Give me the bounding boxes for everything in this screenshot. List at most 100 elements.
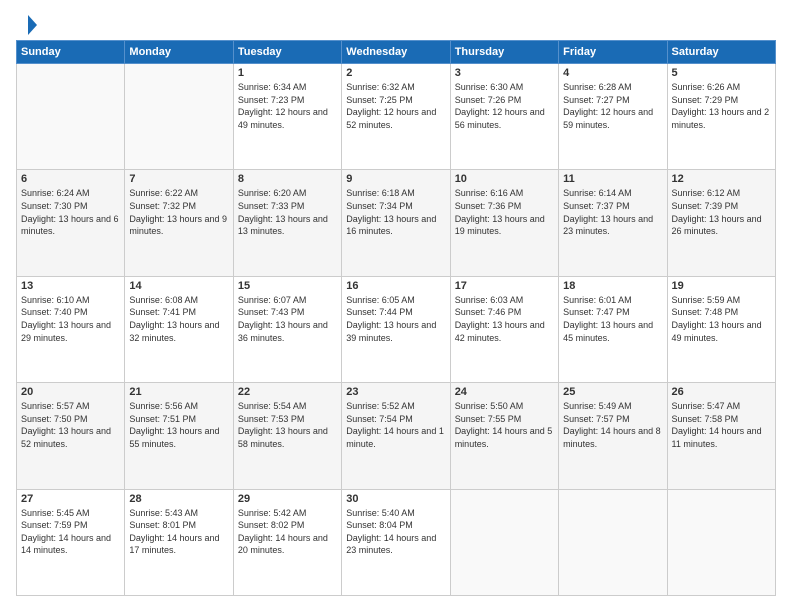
day-info: Sunrise: 5:42 AMSunset: 8:02 PMDaylight:… <box>238 507 337 557</box>
col-friday: Friday <box>559 41 667 64</box>
day-number: 17 <box>455 280 554 292</box>
table-row: 19 Sunrise: 5:59 AMSunset: 7:48 PMDaylig… <box>667 276 775 382</box>
table-row: 20 Sunrise: 5:57 AMSunset: 7:50 PMDaylig… <box>17 383 125 489</box>
day-info: Sunrise: 5:50 AMSunset: 7:55 PMDaylight:… <box>455 400 554 450</box>
col-monday: Monday <box>125 41 233 64</box>
header <box>16 16 776 30</box>
table-row <box>17 64 125 170</box>
day-info: Sunrise: 6:01 AMSunset: 7:47 PMDaylight:… <box>563 294 662 344</box>
table-row: 2 Sunrise: 6:32 AMSunset: 7:25 PMDayligh… <box>342 64 450 170</box>
table-row: 23 Sunrise: 5:52 AMSunset: 7:54 PMDaylig… <box>342 383 450 489</box>
day-info: Sunrise: 5:40 AMSunset: 8:04 PMDaylight:… <box>346 507 445 557</box>
day-info: Sunrise: 6:34 AMSunset: 7:23 PMDaylight:… <box>238 81 337 131</box>
calendar-table: Sunday Monday Tuesday Wednesday Thursday… <box>16 40 776 596</box>
day-info: Sunrise: 6:22 AMSunset: 7:32 PMDaylight:… <box>129 187 228 237</box>
day-info: Sunrise: 6:32 AMSunset: 7:25 PMDaylight:… <box>346 81 445 131</box>
day-info: Sunrise: 6:30 AMSunset: 7:26 PMDaylight:… <box>455 81 554 131</box>
page: Sunday Monday Tuesday Wednesday Thursday… <box>0 0 792 612</box>
logo-line <box>16 16 40 36</box>
day-number: 1 <box>238 67 337 79</box>
col-thursday: Thursday <box>450 41 558 64</box>
table-row: 11 Sunrise: 6:14 AMSunset: 7:37 PMDaylig… <box>559 170 667 276</box>
table-row: 13 Sunrise: 6:10 AMSunset: 7:40 PMDaylig… <box>17 276 125 382</box>
table-row: 5 Sunrise: 6:26 AMSunset: 7:29 PMDayligh… <box>667 64 775 170</box>
table-row: 21 Sunrise: 5:56 AMSunset: 7:51 PMDaylig… <box>125 383 233 489</box>
day-info: Sunrise: 5:52 AMSunset: 7:54 PMDaylight:… <box>346 400 445 450</box>
table-row: 14 Sunrise: 6:08 AMSunset: 7:41 PMDaylig… <box>125 276 233 382</box>
day-number: 27 <box>21 493 120 505</box>
day-number: 10 <box>455 173 554 185</box>
day-info: Sunrise: 6:16 AMSunset: 7:36 PMDaylight:… <box>455 187 554 237</box>
table-row: 7 Sunrise: 6:22 AMSunset: 7:32 PMDayligh… <box>125 170 233 276</box>
day-number: 4 <box>563 67 662 79</box>
day-info: Sunrise: 6:26 AMSunset: 7:29 PMDaylight:… <box>672 81 771 131</box>
day-number: 25 <box>563 386 662 398</box>
day-info: Sunrise: 6:12 AMSunset: 7:39 PMDaylight:… <box>672 187 771 237</box>
day-number: 9 <box>346 173 445 185</box>
table-row: 8 Sunrise: 6:20 AMSunset: 7:33 PMDayligh… <box>233 170 341 276</box>
day-info: Sunrise: 6:10 AMSunset: 7:40 PMDaylight:… <box>21 294 120 344</box>
day-number: 18 <box>563 280 662 292</box>
day-number: 16 <box>346 280 445 292</box>
day-number: 13 <box>21 280 120 292</box>
day-number: 23 <box>346 386 445 398</box>
day-number: 26 <box>672 386 771 398</box>
table-row <box>667 489 775 595</box>
table-row: 12 Sunrise: 6:12 AMSunset: 7:39 PMDaylig… <box>667 170 775 276</box>
day-info: Sunrise: 5:54 AMSunset: 7:53 PMDaylight:… <box>238 400 337 450</box>
day-info: Sunrise: 6:05 AMSunset: 7:44 PMDaylight:… <box>346 294 445 344</box>
day-number: 5 <box>672 67 771 79</box>
calendar-header-row: Sunday Monday Tuesday Wednesday Thursday… <box>17 41 776 64</box>
day-info: Sunrise: 5:47 AMSunset: 7:58 PMDaylight:… <box>672 400 771 450</box>
day-number: 14 <box>129 280 228 292</box>
day-number: 22 <box>238 386 337 398</box>
table-row: 3 Sunrise: 6:30 AMSunset: 7:26 PMDayligh… <box>450 64 558 170</box>
logo-flag-icon <box>17 14 39 36</box>
table-row: 29 Sunrise: 5:42 AMSunset: 8:02 PMDaylig… <box>233 489 341 595</box>
table-row <box>125 64 233 170</box>
day-number: 8 <box>238 173 337 185</box>
col-wednesday: Wednesday <box>342 41 450 64</box>
day-info: Sunrise: 6:08 AMSunset: 7:41 PMDaylight:… <box>129 294 228 344</box>
col-sunday: Sunday <box>17 41 125 64</box>
table-row: 24 Sunrise: 5:50 AMSunset: 7:55 PMDaylig… <box>450 383 558 489</box>
day-info: Sunrise: 6:20 AMSunset: 7:33 PMDaylight:… <box>238 187 337 237</box>
table-row: 30 Sunrise: 5:40 AMSunset: 8:04 PMDaylig… <box>342 489 450 595</box>
day-info: Sunrise: 5:57 AMSunset: 7:50 PMDaylight:… <box>21 400 120 450</box>
day-number: 6 <box>21 173 120 185</box>
day-number: 19 <box>672 280 771 292</box>
table-row: 17 Sunrise: 6:03 AMSunset: 7:46 PMDaylig… <box>450 276 558 382</box>
day-number: 30 <box>346 493 445 505</box>
table-row: 16 Sunrise: 6:05 AMSunset: 7:44 PMDaylig… <box>342 276 450 382</box>
table-row: 25 Sunrise: 5:49 AMSunset: 7:57 PMDaylig… <box>559 383 667 489</box>
day-info: Sunrise: 6:03 AMSunset: 7:46 PMDaylight:… <box>455 294 554 344</box>
table-row: 10 Sunrise: 6:16 AMSunset: 7:36 PMDaylig… <box>450 170 558 276</box>
table-row: 15 Sunrise: 6:07 AMSunset: 7:43 PMDaylig… <box>233 276 341 382</box>
day-number: 15 <box>238 280 337 292</box>
table-row: 1 Sunrise: 6:34 AMSunset: 7:23 PMDayligh… <box>233 64 341 170</box>
day-info: Sunrise: 6:24 AMSunset: 7:30 PMDaylight:… <box>21 187 120 237</box>
day-info: Sunrise: 5:56 AMSunset: 7:51 PMDaylight:… <box>129 400 228 450</box>
table-row: 26 Sunrise: 5:47 AMSunset: 7:58 PMDaylig… <box>667 383 775 489</box>
day-info: Sunrise: 5:59 AMSunset: 7:48 PMDaylight:… <box>672 294 771 344</box>
table-row <box>559 489 667 595</box>
table-row <box>450 489 558 595</box>
table-row: 27 Sunrise: 5:45 AMSunset: 7:59 PMDaylig… <box>17 489 125 595</box>
day-number: 11 <box>563 173 662 185</box>
table-row: 9 Sunrise: 6:18 AMSunset: 7:34 PMDayligh… <box>342 170 450 276</box>
col-tuesday: Tuesday <box>233 41 341 64</box>
table-row: 6 Sunrise: 6:24 AMSunset: 7:30 PMDayligh… <box>17 170 125 276</box>
logo <box>16 16 40 30</box>
day-info: Sunrise: 6:07 AMSunset: 7:43 PMDaylight:… <box>238 294 337 344</box>
table-row: 22 Sunrise: 5:54 AMSunset: 7:53 PMDaylig… <box>233 383 341 489</box>
day-info: Sunrise: 6:28 AMSunset: 7:27 PMDaylight:… <box>563 81 662 131</box>
day-info: Sunrise: 6:18 AMSunset: 7:34 PMDaylight:… <box>346 187 445 237</box>
day-number: 2 <box>346 67 445 79</box>
day-number: 12 <box>672 173 771 185</box>
day-info: Sunrise: 6:14 AMSunset: 7:37 PMDaylight:… <box>563 187 662 237</box>
day-number: 29 <box>238 493 337 505</box>
day-info: Sunrise: 5:49 AMSunset: 7:57 PMDaylight:… <box>563 400 662 450</box>
table-row: 18 Sunrise: 6:01 AMSunset: 7:47 PMDaylig… <box>559 276 667 382</box>
day-info: Sunrise: 5:45 AMSunset: 7:59 PMDaylight:… <box>21 507 120 557</box>
day-number: 3 <box>455 67 554 79</box>
